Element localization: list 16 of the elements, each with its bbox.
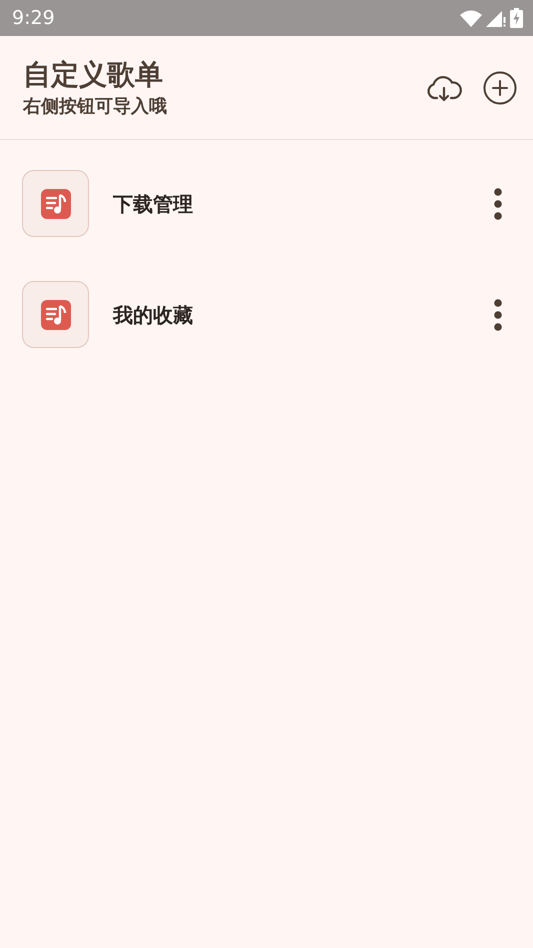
more-options-icon[interactable] xyxy=(493,298,503,330)
cloud-download-icon[interactable] xyxy=(425,74,463,102)
wifi-icon xyxy=(460,10,482,26)
add-icon[interactable] xyxy=(483,70,517,104)
battery-icon xyxy=(510,8,523,28)
more-options-icon[interactable] xyxy=(493,188,503,220)
playlist-cover[interactable] xyxy=(22,281,89,348)
page-title: 自定义歌单 xyxy=(23,58,164,92)
signal-icon xyxy=(486,10,506,26)
status-time: 9:29 xyxy=(12,6,55,31)
music-playlist-icon xyxy=(40,300,70,330)
page-subtitle: 右侧按钮可导入哦 xyxy=(23,96,167,118)
playlist-name[interactable]: 下载管理 xyxy=(113,188,487,218)
playlist-cover[interactable] xyxy=(22,170,89,237)
playlist-name[interactable]: 我的收藏 xyxy=(113,300,487,330)
music-playlist-icon xyxy=(40,188,70,218)
